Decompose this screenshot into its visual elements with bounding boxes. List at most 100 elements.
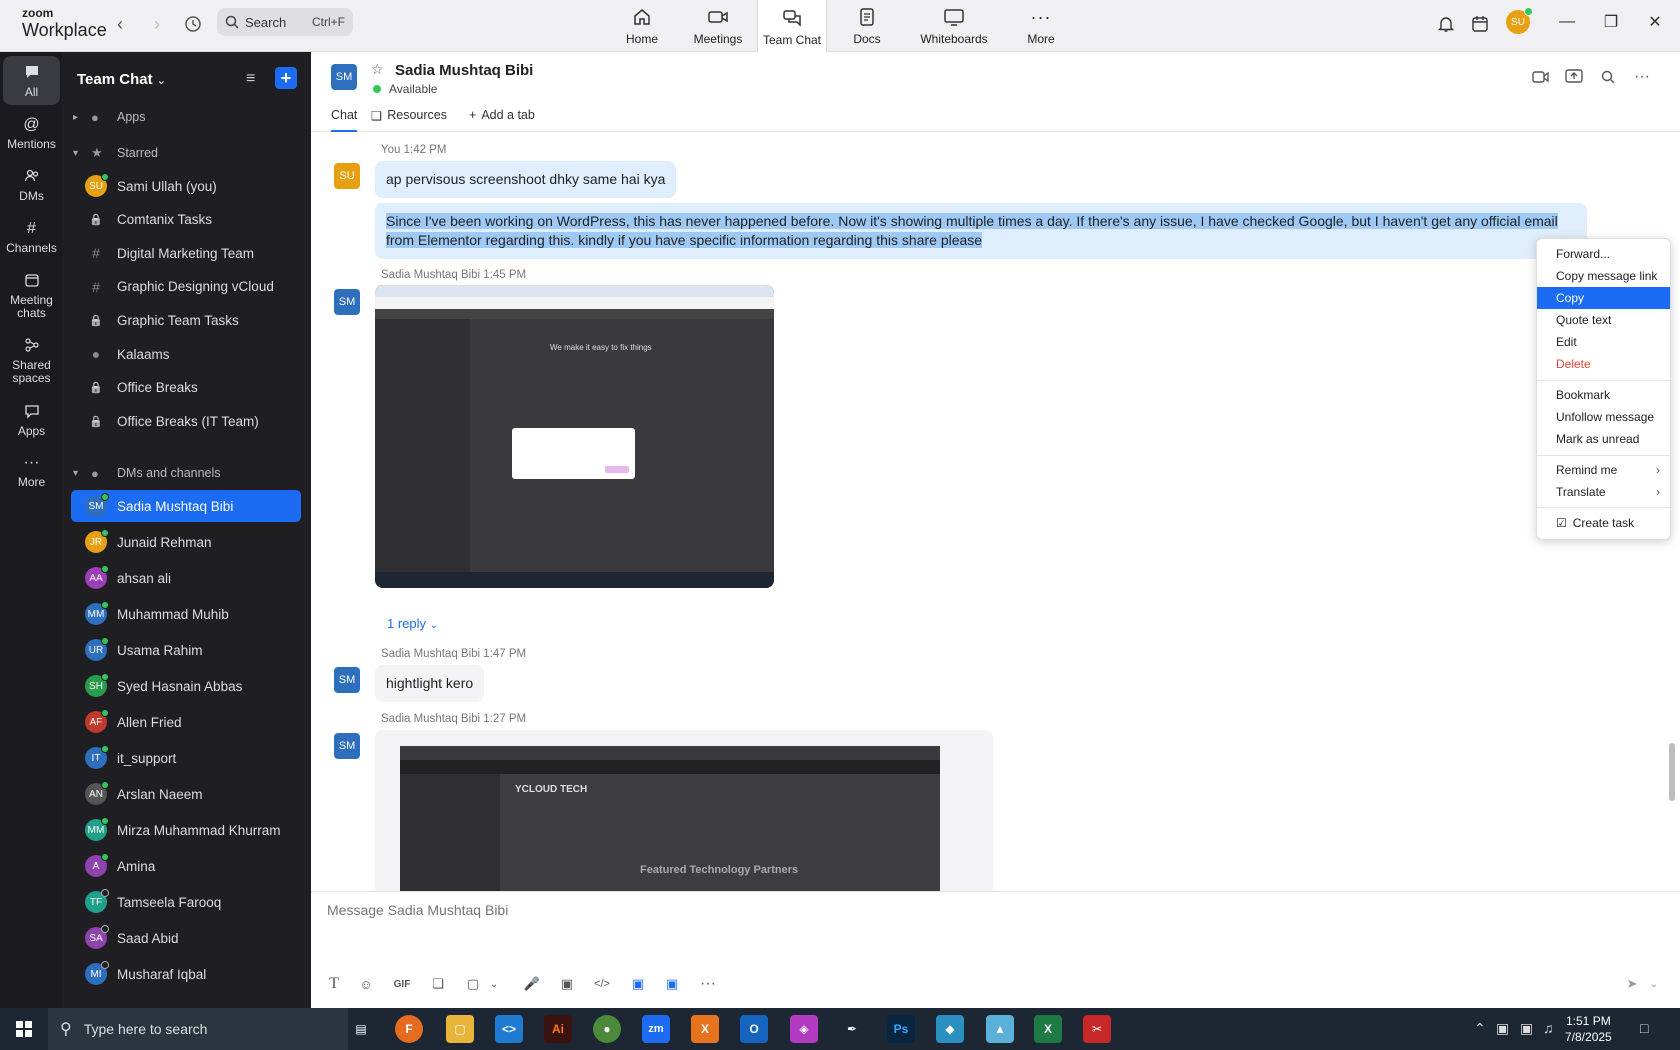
- starred-item[interactable]: ● Kalaams: [71, 338, 301, 370]
- app-icon[interactable]: ▲: [986, 1015, 1014, 1043]
- starred-item[interactable]: 🔒 Graphic Team Tasks: [71, 304, 301, 336]
- file-explorer-icon[interactable]: ▢: [446, 1015, 474, 1043]
- search-icon[interactable]: [1597, 66, 1619, 88]
- thread-reply-link[interactable]: 1 reply ⌄: [387, 616, 438, 631]
- emoji-icon[interactable]: ☺: [355, 973, 377, 995]
- message-bubble[interactable]: ap pervisous screenshoot dhky same hai k…: [375, 161, 677, 198]
- menu-translate[interactable]: Translate ›: [1537, 481, 1670, 503]
- video-message-icon[interactable]: ▣: [556, 973, 578, 995]
- app-icon[interactable]: ▣: [627, 973, 649, 995]
- dm-item[interactable]: JR Junaid Rehman: [71, 526, 301, 558]
- menu-unfollow[interactable]: Unfollow message: [1537, 406, 1670, 428]
- dm-item[interactable]: MM Mirza Muhammad Khurram: [71, 814, 301, 846]
- dm-item[interactable]: UR Usama Rahim: [71, 634, 301, 666]
- network-icon[interactable]: ▣: [1520, 1020, 1533, 1037]
- message-bubble-selected[interactable]: Since I've been working on WordPress, th…: [375, 203, 1587, 259]
- dm-item[interactable]: A Amina: [71, 850, 301, 882]
- notification-icon[interactable]: □: [1640, 1020, 1648, 1036]
- tab-resources[interactable]: ❏ Resources: [371, 108, 447, 132]
- sender-avatar[interactable]: SM: [334, 733, 360, 759]
- video-call-icon[interactable]: [1530, 66, 1552, 88]
- starred-item[interactable]: 🔒 Office Breaks: [71, 372, 301, 404]
- nav-tab-meetings[interactable]: Meetings: [686, 0, 750, 52]
- starred-item[interactable]: SU Sami Ullah (you): [71, 170, 301, 202]
- starred-item[interactable]: 🔒 Office Breaks (IT Team): [71, 405, 301, 437]
- scrollbar-thumb[interactable]: [1669, 743, 1675, 801]
- menu-copy[interactable]: Copy: [1537, 287, 1670, 309]
- menu-remind-me[interactable]: Remind me ›: [1537, 459, 1670, 481]
- menu-delete[interactable]: Delete: [1537, 353, 1670, 375]
- device-icon[interactable]: ▣: [1496, 1020, 1509, 1037]
- send-icon[interactable]: ➤: [1621, 973, 1643, 995]
- menu-bookmark[interactable]: Bookmark: [1537, 384, 1670, 406]
- more-options-icon[interactable]: ···: [1631, 66, 1653, 88]
- sender-avatar[interactable]: SM: [334, 667, 360, 693]
- rail-meeting-chats[interactable]: Meeting chats: [3, 270, 60, 320]
- outlook-icon[interactable]: O: [740, 1015, 768, 1043]
- nav-tab-team-chat[interactable]: Team Chat: [757, 0, 827, 53]
- contact-name[interactable]: Sadia Mushtaq Bibi: [395, 62, 533, 79]
- vscode-icon[interactable]: <>: [495, 1015, 523, 1043]
- file-icon[interactable]: ❏: [427, 973, 449, 995]
- minimize-icon[interactable]: —: [1552, 10, 1582, 34]
- close-icon[interactable]: ✕: [1640, 10, 1670, 34]
- menu-create-task[interactable]: ☑ Create task: [1537, 512, 1670, 534]
- calendar-icon[interactable]: [1468, 12, 1492, 36]
- message-bubble[interactable]: hightlight kero: [375, 665, 485, 702]
- dm-item[interactable]: SH Syed Hasnain Abbas: [71, 670, 301, 702]
- dm-item[interactable]: AA ahsan ali: [71, 562, 301, 594]
- screenshot-icon[interactable]: ▢: [462, 973, 484, 995]
- app-icon[interactable]: ◆: [936, 1015, 964, 1043]
- volume-icon[interactable]: ♫: [1543, 1020, 1554, 1036]
- rail-more[interactable]: ··· More: [3, 452, 60, 489]
- dm-item[interactable]: MM Muhammad Muhib: [71, 598, 301, 630]
- menu-edit[interactable]: Edit: [1537, 331, 1670, 353]
- rail-mentions[interactable]: @ Mentions: [3, 114, 60, 151]
- section-starred[interactable]: ▾ ★ Starred: [71, 137, 301, 169]
- dm-item[interactable]: MI Musharaf Iqbal: [71, 958, 301, 990]
- maximize-icon[interactable]: ❐: [1596, 10, 1626, 34]
- sidebar-title[interactable]: Team Chat ⌄: [77, 71, 166, 88]
- dm-item[interactable]: IT it_support: [71, 742, 301, 774]
- gif-icon[interactable]: GIF: [391, 973, 413, 995]
- screenshot-attachment[interactable]: We make it easy to fix things: [375, 285, 774, 588]
- sender-avatar[interactable]: SU: [334, 163, 360, 189]
- dm-item[interactable]: SM Sadia Mushtaq Bibi: [71, 490, 301, 522]
- clips-icon[interactable]: ▣: [661, 973, 683, 995]
- attachment-card[interactable]: YCLOUD TECH Featured Technology Partners: [375, 730, 993, 891]
- pen-tool-icon[interactable]: ✒: [838, 1015, 866, 1043]
- nav-tab-home[interactable]: Home: [620, 0, 664, 52]
- back-icon[interactable]: ‹: [108, 12, 132, 36]
- code-icon[interactable]: </>: [591, 973, 613, 995]
- taskbar-clock[interactable]: 1:51 PM 7/8/2025: [1565, 1013, 1612, 1045]
- snipping-tool-icon[interactable]: ✂: [1083, 1015, 1111, 1043]
- xampp-icon[interactable]: X: [691, 1015, 719, 1043]
- zoom-icon[interactable]: zm: [642, 1015, 670, 1043]
- illustrator-icon[interactable]: Ai: [544, 1015, 572, 1043]
- firefox-icon[interactable]: F: [395, 1015, 423, 1043]
- screenshot-attachment[interactable]: YCLOUD TECH Featured Technology Partners: [400, 746, 940, 891]
- creative-cloud-icon[interactable]: ◈: [790, 1015, 818, 1043]
- menu-forward[interactable]: Forward...: [1537, 243, 1670, 265]
- nav-tab-whiteboards[interactable]: Whiteboards: [916, 0, 992, 52]
- dm-item[interactable]: AN Arslan Naeem: [71, 778, 301, 810]
- dm-item[interactable]: TF Tamseela Farooq: [71, 886, 301, 918]
- new-chat-button[interactable]: +: [275, 67, 297, 89]
- excel-icon[interactable]: X: [1034, 1015, 1062, 1043]
- menu-quote-text[interactable]: Quote text: [1537, 309, 1670, 331]
- sender-avatar[interactable]: SM: [334, 289, 360, 315]
- chevron-up-icon[interactable]: ⌃: [1474, 1020, 1486, 1037]
- chrome-icon[interactable]: ●: [593, 1015, 621, 1043]
- more-icon[interactable]: ···: [697, 973, 719, 995]
- task-view-icon[interactable]: ▤: [347, 1015, 375, 1043]
- windows-start-icon[interactable]: [10, 1015, 38, 1043]
- chevron-down-icon[interactable]: ⌄: [483, 973, 505, 995]
- starred-item[interactable]: # Graphic Designing vCloud: [71, 271, 301, 303]
- starred-item[interactable]: # Digital Marketing Team: [71, 237, 301, 269]
- bell-icon[interactable]: [1434, 12, 1458, 36]
- menu-copy-link[interactable]: Copy message link: [1537, 265, 1670, 287]
- chevron-down-icon[interactable]: ⌄: [1643, 973, 1665, 995]
- menu-mark-unread[interactable]: Mark as unread: [1537, 428, 1670, 450]
- dm-item[interactable]: SA Saad Abid: [71, 922, 301, 954]
- nav-tab-more[interactable]: ··· More: [1022, 0, 1060, 52]
